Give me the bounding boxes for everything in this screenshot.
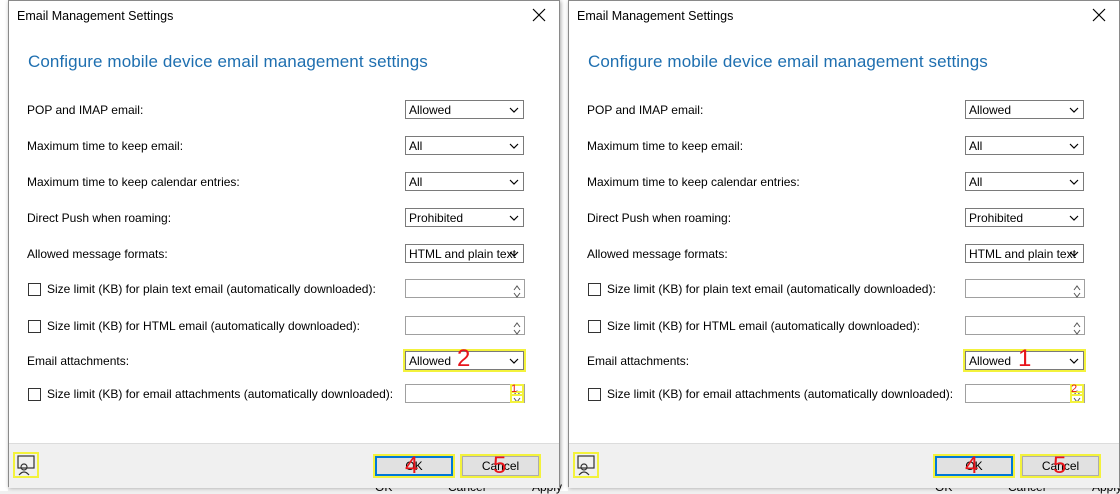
setting-dropdown[interactable]: Prohibited bbox=[405, 208, 524, 227]
email-settings-dialog-left: Email Management Settings Configure mobi… bbox=[8, 0, 560, 488]
annotation-marker: 5 bbox=[493, 452, 507, 479]
dropdown-value: Allowed bbox=[969, 354, 1012, 368]
setting-dropdown[interactable]: All bbox=[965, 136, 1084, 155]
title-bar[interactable]: Email Management Settings bbox=[9, 1, 559, 31]
dialog-heading: Configure mobile device email management… bbox=[28, 52, 428, 71]
dialog-heading: Configure mobile device email management… bbox=[588, 52, 988, 71]
spin-down-icon[interactable] bbox=[512, 325, 522, 335]
email-attachments-label: Email attachments: bbox=[27, 354, 130, 368]
dialog-content: Configure mobile device email management… bbox=[569, 31, 1119, 443]
size-limit-spinbox[interactable] bbox=[405, 316, 525, 335]
setting-label: POP and IMAP email: bbox=[27, 103, 144, 117]
chevron-down-icon bbox=[508, 140, 520, 152]
setting-dropdown[interactable]: All bbox=[405, 136, 524, 155]
dropdown-value: All bbox=[409, 175, 423, 189]
size-limit-checkbox[interactable] bbox=[588, 283, 601, 296]
setting-label: POP and IMAP email: bbox=[587, 103, 704, 117]
chevron-down-icon bbox=[1068, 248, 1080, 260]
size-limit-label: Size limit (KB) for plain text email (au… bbox=[607, 282, 936, 296]
size-limit-spinbox[interactable] bbox=[405, 384, 525, 403]
chevron-down-icon bbox=[508, 212, 520, 224]
title-bar[interactable]: Email Management Settings bbox=[569, 1, 1119, 31]
background-window-strip bbox=[0, 0, 8, 491]
setting-label: Allowed message formats: bbox=[27, 247, 168, 261]
annotation-marker: 1 bbox=[1018, 345, 1032, 372]
dropdown-value: All bbox=[969, 139, 983, 153]
dropdown-value: Allowed bbox=[409, 354, 452, 368]
size-limit-label: Size limit (KB) for plain text email (au… bbox=[47, 282, 376, 296]
chevron-down-icon bbox=[1068, 104, 1080, 116]
help-icon[interactable] bbox=[13, 452, 39, 478]
email-settings-dialog-right: Email Management Settings Configure mobi… bbox=[568, 0, 1120, 488]
annotation-marker: 4 bbox=[965, 452, 979, 479]
setting-label: Direct Push when roaming: bbox=[587, 211, 732, 225]
attachment-size-limit-label: Size limit (KB) for email attachments (a… bbox=[47, 387, 394, 401]
size-limit-spinbox[interactable] bbox=[965, 279, 1085, 298]
size-limit-spinbox[interactable] bbox=[965, 384, 1085, 403]
size-limit-checkbox[interactable] bbox=[588, 320, 601, 333]
close-icon[interactable] bbox=[1087, 3, 1111, 27]
setting-dropdown[interactable]: Prohibited bbox=[965, 208, 1084, 227]
size-limit-spinbox[interactable] bbox=[405, 279, 525, 298]
size-limit-label: Size limit (KB) for HTML email (automati… bbox=[607, 319, 920, 333]
annotation-marker: 5 bbox=[1053, 452, 1067, 479]
spin-down-icon[interactable] bbox=[1072, 325, 1082, 335]
dropdown-value: Allowed bbox=[969, 103, 1012, 117]
chevron-down-icon bbox=[508, 176, 520, 188]
dropdown-value: Prohibited bbox=[969, 211, 1024, 225]
dialog-footer: OK 4 Cancel 5 bbox=[569, 443, 1119, 488]
dropdown-value: All bbox=[969, 175, 983, 189]
dialog-content: Configure mobile device email management… bbox=[9, 31, 559, 443]
spin-down-icon[interactable] bbox=[512, 288, 522, 298]
setting-dropdown[interactable]: HTML and plain text bbox=[405, 244, 524, 263]
size-limit-checkbox[interactable] bbox=[28, 283, 41, 296]
annotation-marker: 1 bbox=[511, 383, 518, 395]
chevron-down-icon bbox=[508, 248, 520, 260]
setting-label: Maximum time to keep email: bbox=[587, 139, 744, 153]
setting-label: Maximum time to keep calendar entries: bbox=[27, 175, 240, 189]
setting-dropdown[interactable]: Allowed bbox=[405, 100, 524, 119]
attachment-size-limit-label: Size limit (KB) for email attachments (a… bbox=[607, 387, 954, 401]
annotation-marker: 4 bbox=[405, 452, 419, 479]
dialog-title: Email Management Settings bbox=[577, 9, 734, 23]
setting-dropdown[interactable]: All bbox=[965, 172, 1084, 191]
setting-dropdown[interactable]: HTML and plain text bbox=[965, 244, 1084, 263]
chevron-down-icon bbox=[508, 355, 520, 367]
dropdown-value: Prohibited bbox=[409, 211, 464, 225]
setting-label: Maximum time to keep calendar entries: bbox=[587, 175, 800, 189]
chevron-down-icon bbox=[1068, 140, 1080, 152]
setting-dropdown[interactable]: Allowed bbox=[965, 100, 1084, 119]
setting-label: Direct Push when roaming: bbox=[27, 211, 172, 225]
email-attachments-label: Email attachments: bbox=[587, 354, 690, 368]
dropdown-value: HTML and plain text bbox=[409, 247, 516, 261]
chevron-down-icon bbox=[1068, 176, 1080, 188]
dropdown-value: HTML and plain text bbox=[969, 247, 1076, 261]
chevron-down-icon bbox=[1068, 355, 1080, 367]
chevron-down-icon bbox=[508, 104, 520, 116]
spin-down-icon[interactable] bbox=[1072, 288, 1082, 298]
dialog-title: Email Management Settings bbox=[17, 9, 174, 23]
chevron-down-icon bbox=[1068, 212, 1080, 224]
attachment-size-limit-checkbox[interactable] bbox=[28, 388, 41, 401]
size-limit-label: Size limit (KB) for HTML email (automati… bbox=[47, 319, 360, 333]
help-icon[interactable] bbox=[573, 452, 599, 478]
setting-label: Maximum time to keep email: bbox=[27, 139, 184, 153]
annotation-marker: 2 bbox=[457, 345, 471, 372]
annotation-marker: 2 bbox=[1071, 383, 1078, 395]
setting-label: Allowed message formats: bbox=[587, 247, 728, 261]
dropdown-value: Allowed bbox=[409, 103, 452, 117]
size-limit-spinbox[interactable] bbox=[965, 316, 1085, 335]
size-limit-checkbox[interactable] bbox=[28, 320, 41, 333]
close-icon[interactable] bbox=[527, 3, 551, 27]
dropdown-value: All bbox=[409, 139, 423, 153]
setting-dropdown[interactable]: All bbox=[405, 172, 524, 191]
dialog-footer: OK 4 Cancel 5 bbox=[9, 443, 559, 488]
attachment-size-limit-checkbox[interactable] bbox=[588, 388, 601, 401]
